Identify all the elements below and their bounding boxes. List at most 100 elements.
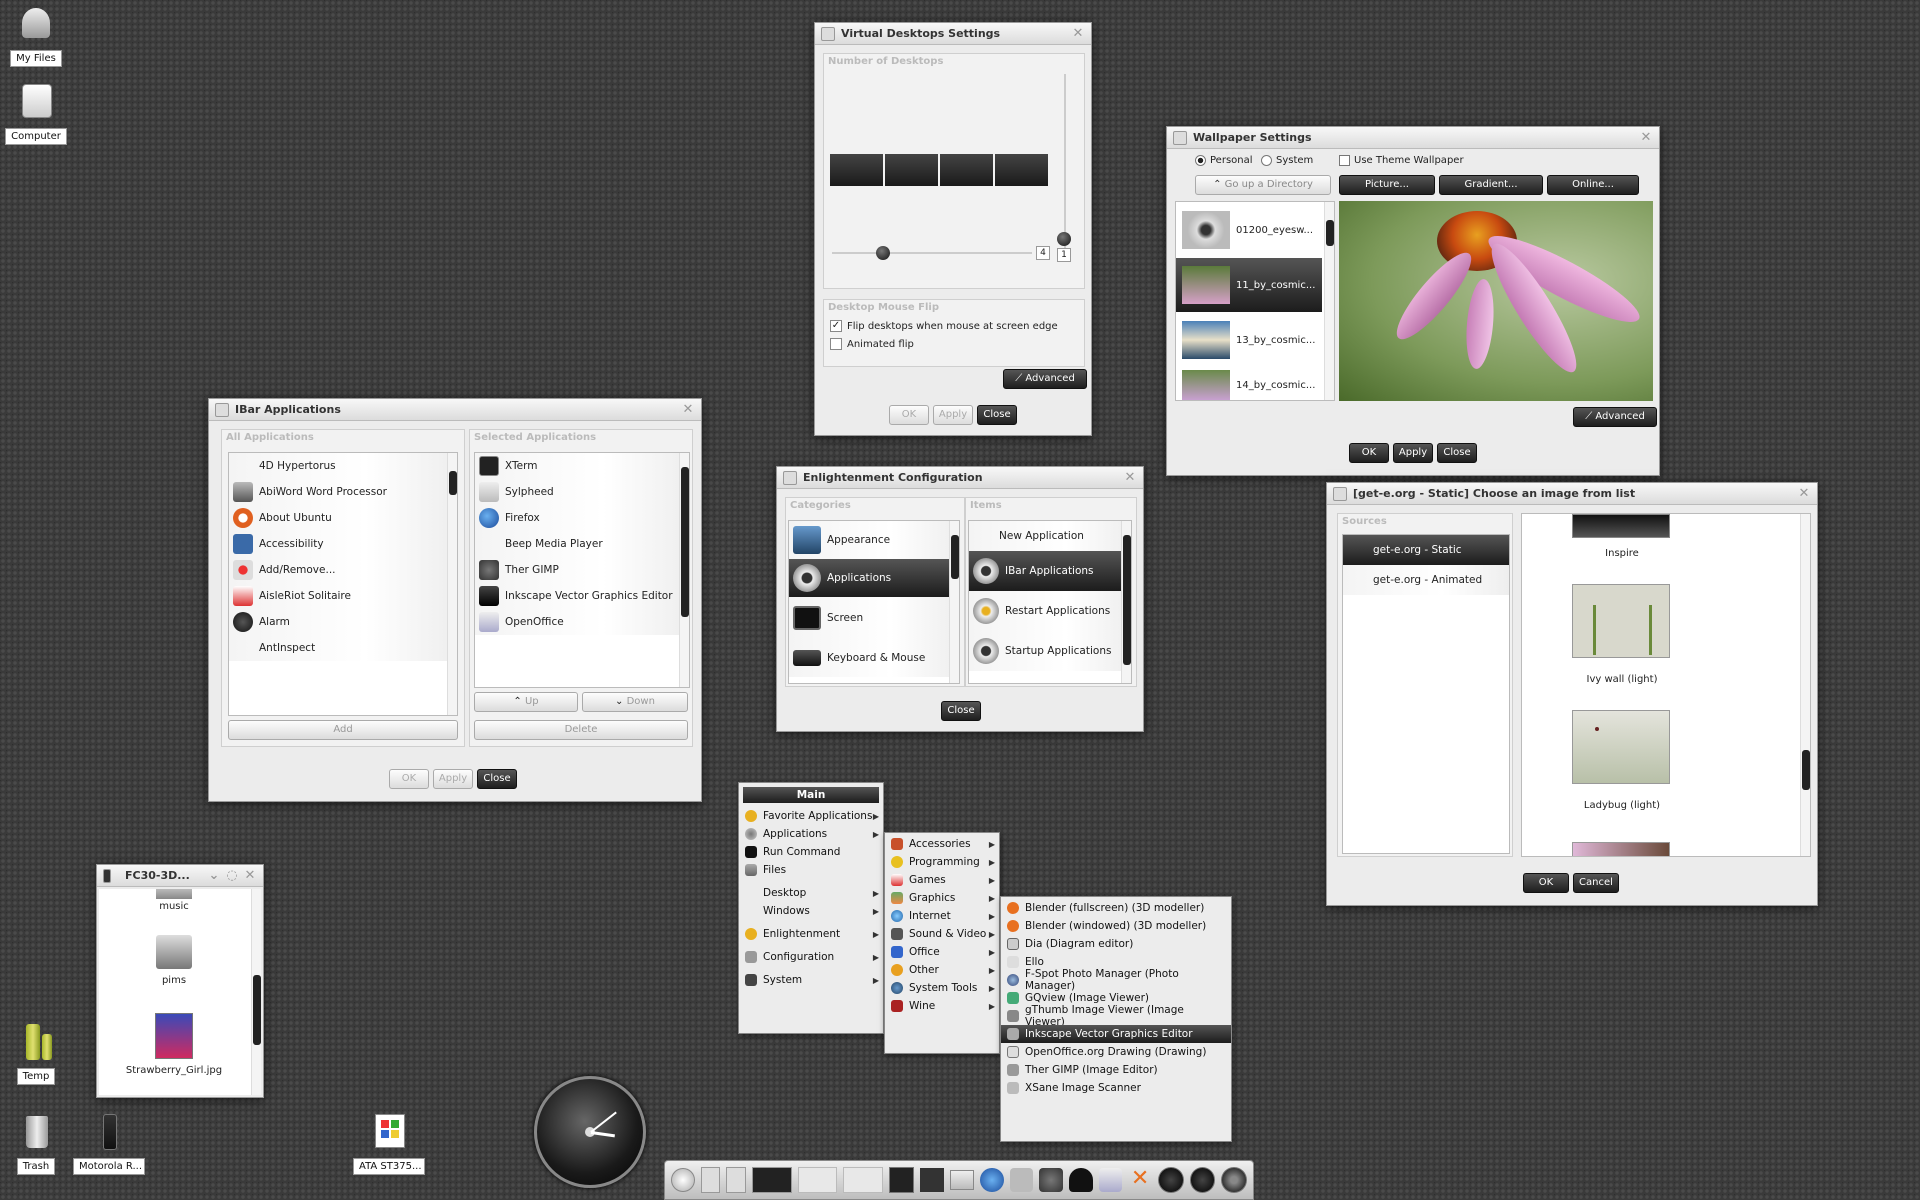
clock-gadget[interactable] (534, 1076, 646, 1188)
scrollbar[interactable] (1324, 202, 1334, 400)
menu-item-system[interactable]: System ▶ (739, 971, 883, 989)
media-player-icon[interactable] (1009, 1168, 1034, 1192)
online-button[interactable]: Online... (1547, 175, 1639, 195)
openoffice-icon[interactable] (1098, 1168, 1123, 1192)
desktop-cell[interactable] (830, 154, 883, 186)
pager-desktop[interactable] (797, 1167, 838, 1193)
menu-item-games[interactable]: Games ▶ (885, 871, 999, 889)
menu-item-run-command[interactable]: Run Command (739, 843, 883, 861)
menu-item-windows[interactable]: Windows ▶ (739, 902, 883, 920)
list-item[interactable]: Beep Media Player (475, 531, 689, 557)
images-list[interactable]: Inspire Ivy wall (light) Ladybug (light) (1521, 513, 1811, 857)
close-button[interactable]: Close (941, 701, 981, 721)
menu-item-system-tools[interactable]: System Tools ▶ (885, 979, 999, 997)
scrollbar[interactable] (251, 889, 261, 1095)
menu-item-office[interactable]: Office ▶ (885, 943, 999, 961)
desktop-icon-motorola[interactable]: Motorola R... (73, 1110, 145, 1178)
close-icon[interactable]: ✕ (1797, 487, 1811, 501)
pager-desktop[interactable] (843, 1167, 883, 1193)
list-item[interactable]: 13_by_cosmic... (1176, 314, 1322, 366)
system-radio[interactable]: System (1261, 155, 1313, 166)
animated-flip-option[interactable]: Animated flip (830, 338, 914, 350)
menu-item[interactable]: Ther GIMP (Image Editor) (1001, 1061, 1231, 1079)
desktop-cell[interactable] (940, 154, 993, 186)
categories-list[interactable]: Appearance Applications Screen Keyboard … (788, 520, 960, 684)
down-button[interactable]: ⌄ Down (582, 692, 688, 712)
image-thumbnail[interactable] (1572, 514, 1670, 538)
ok-button[interactable]: OK (1349, 443, 1389, 463)
menu-item-wine[interactable]: Wine ▶ (885, 997, 999, 1015)
window-titlebar[interactable]: FC30-3D... ✕ ◌ ⌄ (97, 865, 263, 887)
all-applications-list[interactable]: 4D Hypertorus AbiWord Word Processor Abo… (228, 452, 458, 716)
x-app-icon[interactable]: ✕ (1128, 1168, 1152, 1192)
menu-item-other[interactable]: Other ▶ (885, 961, 999, 979)
menu-item[interactable]: Blender (fullscreen) (3D modeller) (1001, 899, 1231, 917)
cols-slider-track[interactable] (832, 252, 1032, 254)
list-item[interactable]: AntInspect (229, 635, 457, 661)
list-item[interactable]: XTerm (475, 453, 689, 479)
menu-item-internet[interactable]: Internet ▶ (885, 907, 999, 925)
file-item[interactable]: music (119, 889, 229, 912)
list-item[interactable]: Sylpheed (475, 479, 689, 505)
menu-item-sound-video[interactable]: Sound & Video ▶ (885, 925, 999, 943)
rows-slider-knob[interactable] (1057, 232, 1071, 246)
list-item-selected[interactable]: get-e.org - Static (1343, 535, 1509, 565)
image-thumbnail[interactable] (1572, 842, 1670, 856)
menu-item[interactable]: OpenOffice.org Drawing (Drawing) (1001, 1043, 1231, 1061)
flip-edge-option[interactable]: ✓ Flip desktops when mouse at screen edge (830, 320, 1058, 332)
list-item[interactable]: Startup Applications (969, 631, 1131, 671)
radio-selected[interactable] (1195, 155, 1206, 166)
scrollbar[interactable] (1121, 521, 1131, 683)
mail-icon[interactable] (950, 1170, 974, 1190)
list-item[interactable]: get-e.org - Animated (1343, 565, 1509, 595)
image-thumbnail[interactable] (1572, 584, 1670, 658)
apply-button[interactable]: Apply (1393, 443, 1433, 463)
pager-icon[interactable] (726, 1167, 747, 1193)
ok-button[interactable]: OK (889, 405, 929, 425)
sources-list[interactable]: get-e.org - Static get-e.org - Animated (1342, 534, 1510, 854)
list-item[interactable]: New Application (969, 521, 1131, 551)
list-item-selected[interactable]: Applications (789, 559, 959, 597)
list-item[interactable]: Ther GIMP (475, 557, 689, 583)
checkbox-checked[interactable]: ✓ (830, 320, 842, 332)
window-titlebar[interactable]: IBar Applications ✕ (209, 399, 701, 421)
menu-item-accessories[interactable]: Accessories ▶ (885, 835, 999, 853)
ok-button[interactable]: OK (1523, 873, 1569, 893)
selected-applications-list[interactable]: XTerm Sylpheed Firefox Beep Media Player… (474, 452, 690, 688)
menu-item-enlightenment[interactable]: Enlightenment ▶ (739, 925, 883, 943)
pager-icon[interactable] (700, 1167, 721, 1193)
terminal-icon[interactable] (920, 1168, 945, 1192)
rows-slider-track[interactable] (1064, 74, 1066, 254)
picture-button[interactable]: Picture... (1339, 175, 1435, 195)
close-icon[interactable]: ✕ (1123, 471, 1137, 485)
maximize-icon[interactable]: ◌ (225, 869, 239, 883)
list-item[interactable]: Firefox (475, 505, 689, 531)
close-button[interactable]: Close (977, 405, 1017, 425)
desktop-cell[interactable] (885, 154, 938, 186)
close-icon[interactable]: ✕ (681, 403, 695, 417)
list-item[interactable]: Alarm (229, 609, 457, 635)
cancel-button[interactable]: Cancel (1573, 873, 1619, 893)
menu-item[interactable]: F-Spot Photo Manager (Photo Manager) (1001, 968, 1231, 992)
advanced-button[interactable]: ⟋ Advanced (1003, 369, 1087, 389)
personal-radio[interactable]: Personal (1195, 155, 1253, 166)
apply-button[interactable]: Apply (433, 769, 473, 789)
use-theme-checkbox[interactable]: Use Theme Wallpaper (1339, 155, 1464, 166)
go-up-button[interactable]: ⌃ Go up a Directory (1195, 175, 1331, 195)
window-titlebar[interactable]: [get-e.org - Static] Choose an image fro… (1327, 483, 1817, 505)
menu-item-applications[interactable]: Applications ▶ (739, 825, 883, 843)
list-item[interactable]: Screen (789, 597, 959, 639)
file-icons-area[interactable]: music pims Strawberry_Girl.jpg (99, 889, 261, 1095)
menu-item[interactable]: Blender (windowed) (3D modeller) (1001, 917, 1231, 935)
close-icon[interactable]: ✕ (243, 869, 257, 883)
list-item[interactable]: AisleRiot Solitaire (229, 583, 457, 609)
menu-item-favorites[interactable]: Favorite Applications ▶ (739, 807, 883, 825)
close-button[interactable]: Close (477, 769, 517, 789)
cols-slider-knob[interactable] (876, 246, 890, 260)
menu-item-programming[interactable]: Programming ▶ (885, 853, 999, 871)
desktop-icon-computer[interactable]: Computer (0, 80, 72, 148)
inkscape-icon[interactable] (1068, 1168, 1093, 1192)
desktop-icon-temp[interactable]: Temp (0, 1020, 72, 1088)
menu-item[interactable]: XSane Image Scanner (1001, 1079, 1231, 1097)
image-thumbnail[interactable] (1572, 710, 1670, 784)
